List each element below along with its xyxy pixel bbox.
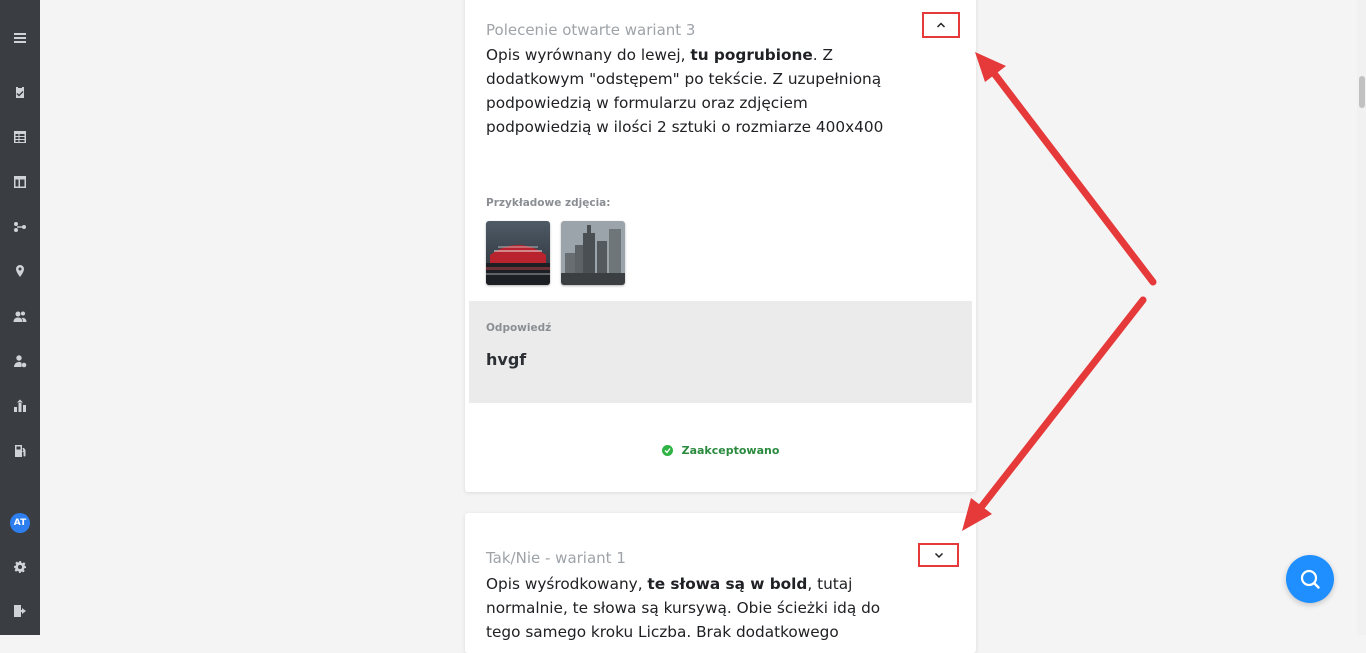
workflow-icon[interactable] <box>0 217 40 237</box>
desc-text: Opis wyśrodkowany, <box>486 575 648 593</box>
user-settings-icon[interactable] <box>0 351 40 371</box>
layout-icon[interactable] <box>0 172 40 192</box>
expand-button[interactable] <box>918 543 959 567</box>
desc-text: Opis wyrównany do lewej, <box>486 46 691 64</box>
collapse-button[interactable] <box>922 12 960 38</box>
location-pin-icon[interactable] <box>0 261 40 281</box>
desc-bold-text: tu pogrubione <box>690 46 813 64</box>
chart-icon[interactable] <box>0 396 40 416</box>
help-search-button[interactable] <box>1286 555 1334 603</box>
logout-icon[interactable] <box>0 601 40 621</box>
avatar[interactable]: AT <box>10 513 30 533</box>
task-description: Opis wyśrodkowany, te słowa są w bold, t… <box>486 572 896 644</box>
example-photo-city[interactable] <box>561 221 625 285</box>
clipboard-check-icon[interactable] <box>0 82 40 102</box>
task-description: Opis wyrównany do lewej, tu pogrubione. … <box>486 43 896 139</box>
task-title: Tak/Nie - wariant 1 <box>486 549 626 567</box>
status-badge: Zaakceptowano <box>465 444 976 457</box>
task-card-open-variant-3: Polecenie otwarte wariant 3 Opis wyrówna… <box>465 0 976 492</box>
photos-label: Przykładowe zdjęcia: <box>486 197 611 209</box>
search-icon <box>1300 569 1320 589</box>
page-scrollbar[interactable] <box>1357 0 1366 635</box>
sidebar: AT <box>0 0 40 635</box>
answer-label: Odpowiedź <box>486 322 552 334</box>
answer-value: hvgf <box>486 350 527 369</box>
menu-icon[interactable] <box>0 28 40 48</box>
answer-box: Odpowiedź hvgf <box>469 301 972 403</box>
status-text: Zaakceptowano <box>681 444 780 457</box>
desc-bold-text: te słowa są w bold <box>647 575 808 593</box>
scroll-thumb[interactable] <box>1359 76 1365 108</box>
task-title: Polecenie otwarte wariant 3 <box>486 21 696 39</box>
table-icon[interactable] <box>0 127 40 147</box>
example-photo-stadium[interactable] <box>486 221 550 285</box>
fuel-icon[interactable] <box>0 441 40 461</box>
users-icon[interactable] <box>0 306 40 326</box>
task-card-yes-no-variant-1: Tak/Nie - wariant 1 Opis wyśrodkowany, t… <box>465 513 976 653</box>
gear-icon[interactable] <box>0 557 40 577</box>
chevron-up-icon <box>936 22 946 28</box>
chevron-down-icon <box>934 552 943 559</box>
check-circle-icon <box>661 445 673 456</box>
